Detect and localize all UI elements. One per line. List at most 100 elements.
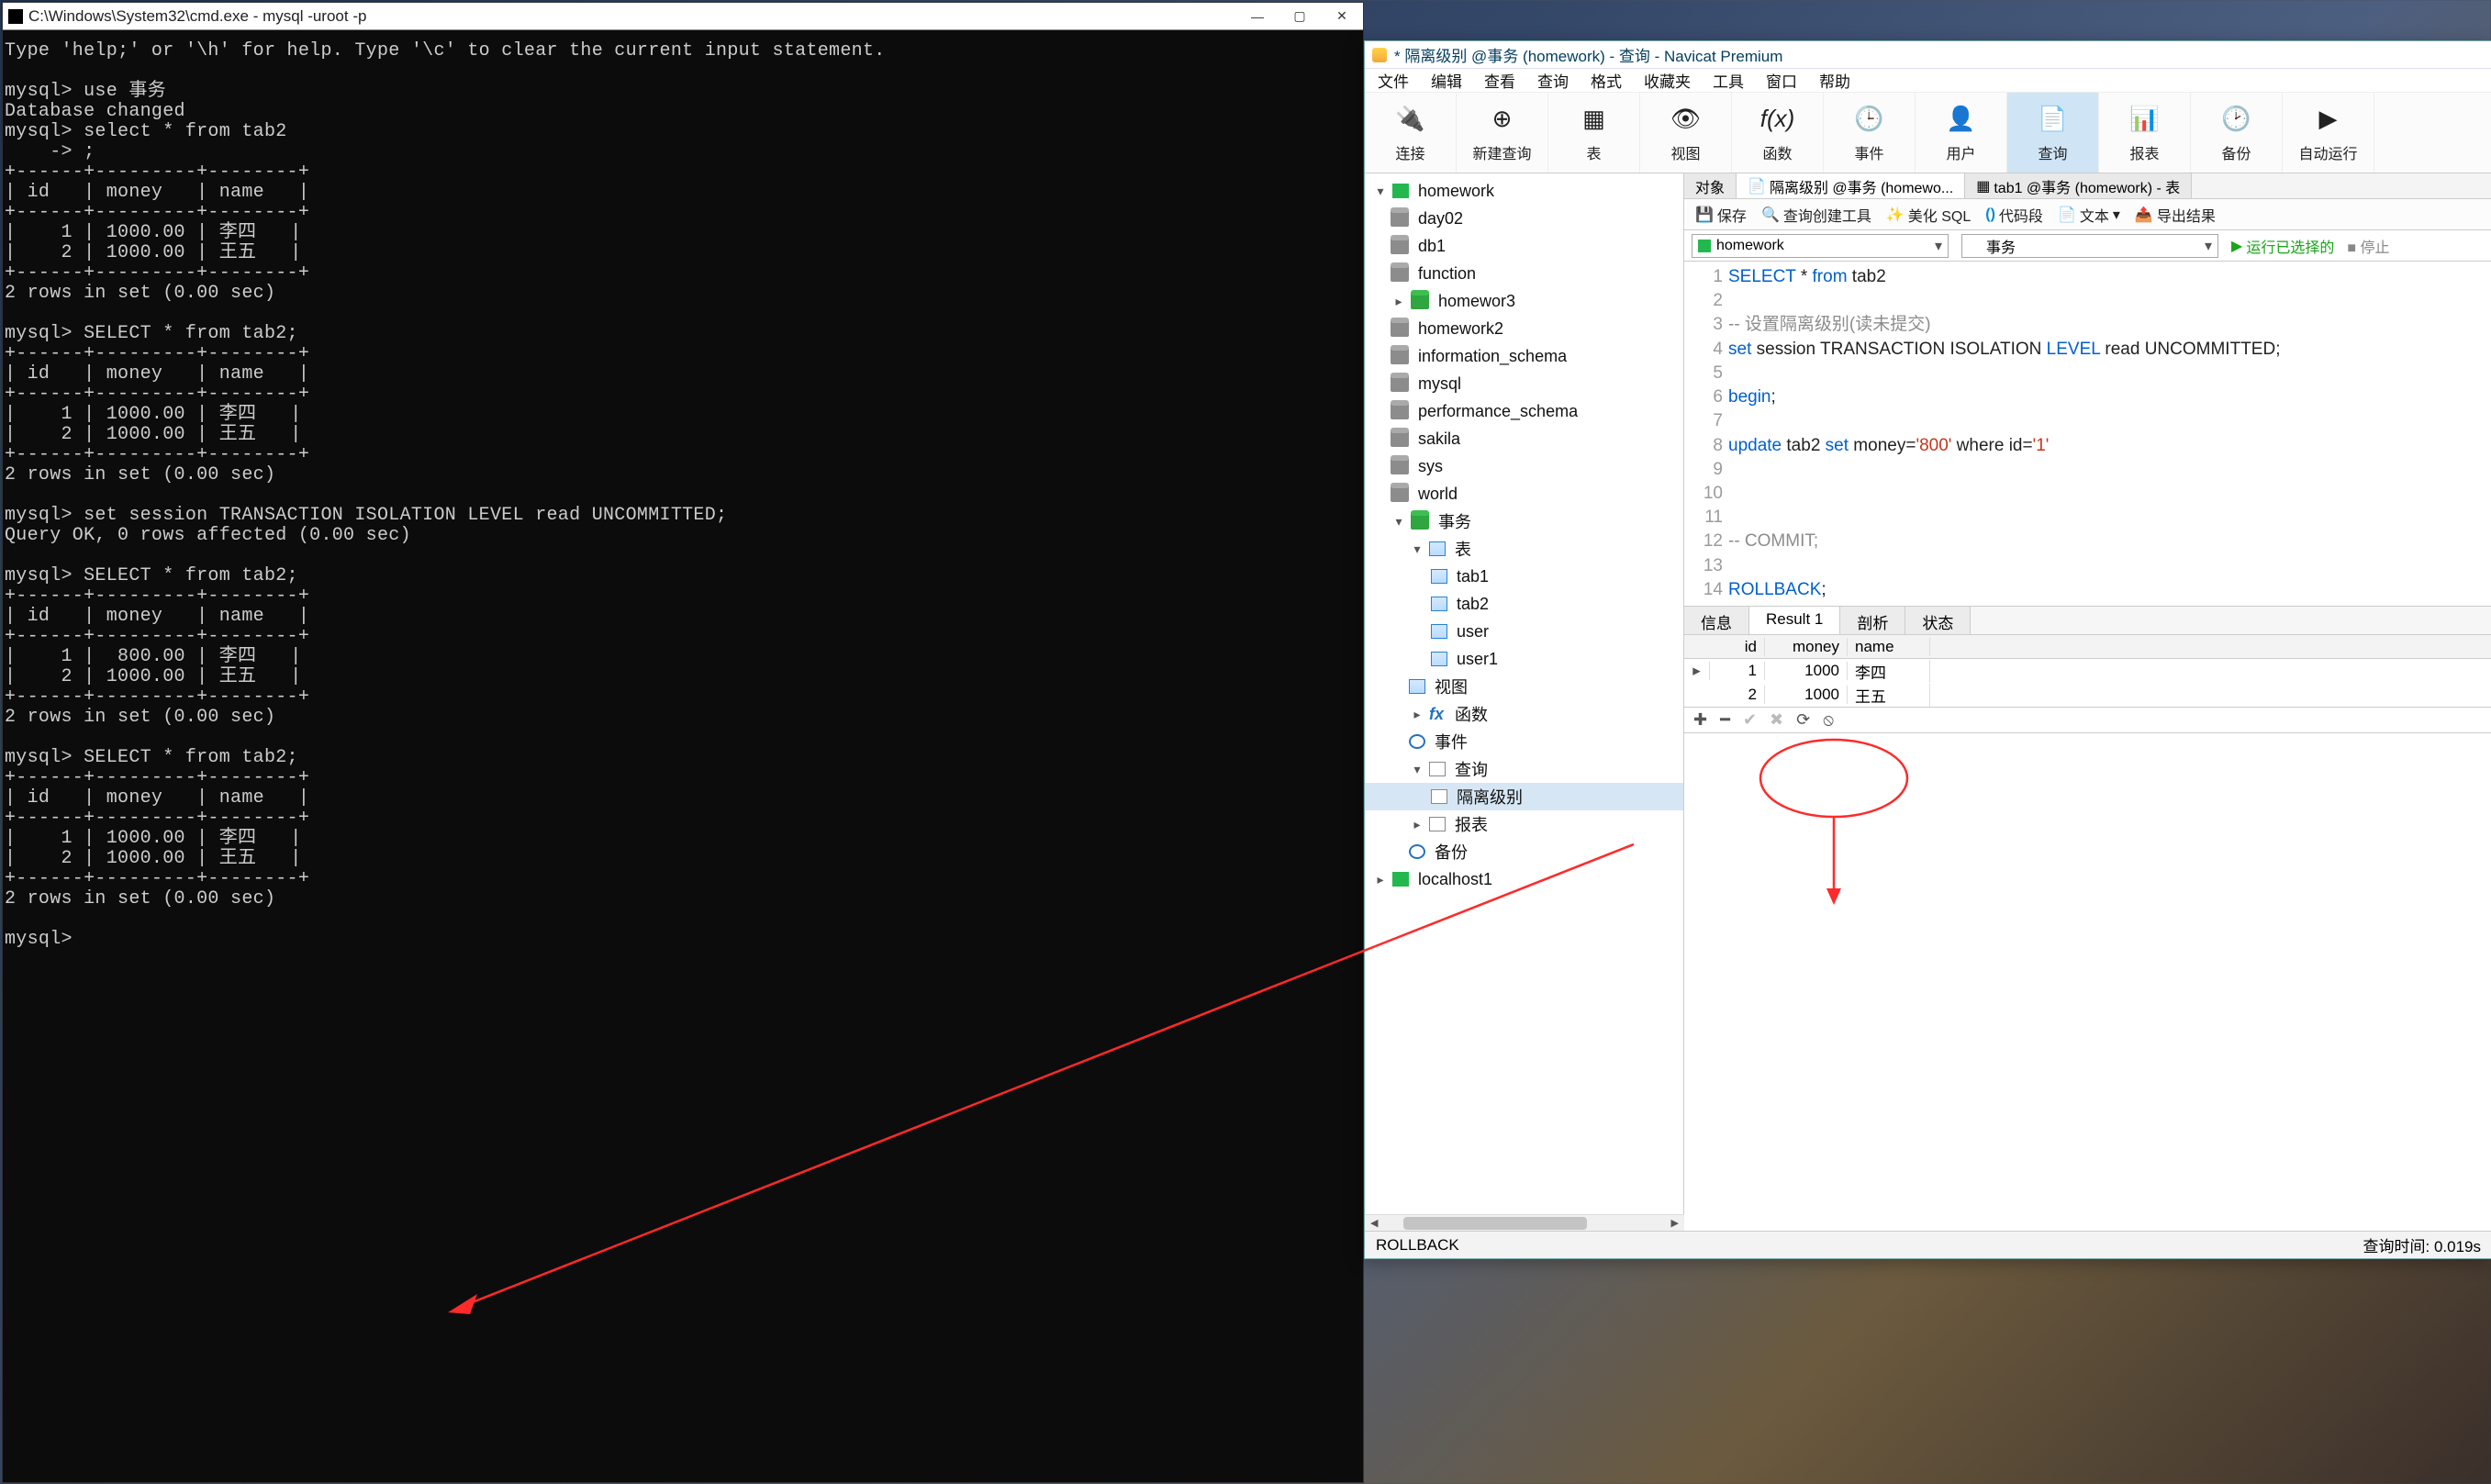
tab-table-tab1[interactable]: ▦tab1 @事务 (homework) - 表 (1965, 173, 2192, 198)
export-button[interactable]: 📤导出结果 (2131, 204, 2219, 226)
menu-file[interactable]: 文件 (1378, 69, 1409, 92)
tb-user[interactable]: 👤用户 (1916, 93, 2007, 173)
menu-help[interactable]: 帮助 (1819, 69, 1850, 92)
database-icon (1391, 375, 1409, 392)
tb-autorun[interactable]: ▶自动运行 (2283, 93, 2374, 173)
tree-db-mysql[interactable]: mysql (1365, 370, 1683, 397)
tab-objects[interactable]: 对象 (1684, 173, 1737, 198)
menubar: 文件 编辑 查看 查询 格式 收藏夹 工具 窗口 帮助 (1365, 69, 2491, 93)
tree-cat-functions[interactable]: ▸fx函数 (1365, 700, 1683, 728)
scroll-right-icon[interactable]: ▶ (1671, 1217, 1679, 1229)
db-icon (1968, 240, 1981, 251)
views-icon (1409, 679, 1425, 694)
tree-db-homework2[interactable]: homework2 (1365, 315, 1683, 342)
tree-db-world[interactable]: world (1365, 480, 1683, 508)
menu-format[interactable]: 格式 (1591, 69, 1622, 92)
cmd-output[interactable]: Type 'help;' or '\h' for help. Type '\c'… (3, 30, 1363, 961)
schema-select[interactable]: 事务 (1961, 234, 2218, 258)
tree-db-perfschema[interactable]: performance_schema (1365, 397, 1683, 425)
tree-conn-homework[interactable]: ▾homework (1365, 177, 1683, 205)
resulttab-result1[interactable]: Result 1 (1749, 607, 1840, 634)
tb-connect[interactable]: 🔌连接 (1365, 93, 1457, 173)
grid-row[interactable]: ▸ 1 1000 李四 (1684, 659, 2491, 683)
menu-view[interactable]: 查看 (1484, 69, 1515, 92)
beautify-button[interactable]: ✨美化 SQL (1882, 204, 1974, 226)
result-grid[interactable]: id money name ▸ 1 1000 李四 2 1000 王五 (1684, 635, 2491, 708)
resulttab-status[interactable]: 状态 (1905, 607, 1971, 634)
stop-button[interactable]: ■ 停止 (2347, 235, 2389, 257)
tree-scrollbar[interactable]: ◀ ▶ (1365, 1214, 1684, 1231)
tree-table-user[interactable]: user (1365, 618, 1683, 645)
conn-select[interactable]: homework (1692, 234, 1949, 258)
codeseg-button[interactable]: ()代码段 (1982, 204, 2047, 226)
clock-icon (1409, 734, 1425, 749)
stop-grid-button[interactable]: ⦸ (1823, 710, 1834, 730)
tree-db-function[interactable]: function (1365, 260, 1683, 287)
tree-cat-events[interactable]: 事件 (1365, 728, 1683, 755)
tb-event[interactable]: 🕒事件 (1824, 93, 1916, 173)
tree-conn-localhost1[interactable]: ▸localhost1 (1365, 865, 1683, 893)
col-money[interactable]: money (1765, 638, 1848, 656)
tree-db-homewor3[interactable]: ▸homewor3 (1365, 287, 1683, 315)
tree-db-sys[interactable]: sys (1365, 452, 1683, 480)
tree-db-db1[interactable]: db1 (1365, 232, 1683, 260)
menu-edit[interactable]: 编辑 (1431, 69, 1462, 92)
save-button[interactable]: 💾保存 (1692, 204, 1750, 226)
menu-favorites[interactable]: 收藏夹 (1644, 69, 1691, 92)
tree-db-infoschema[interactable]: information_schema (1365, 342, 1683, 370)
run-selected-button[interactable]: ▶ 运行已选择的 (2231, 235, 2334, 257)
tb-view[interactable]: 👁视图 (1640, 93, 1732, 173)
connection-tree[interactable]: ▾homework day02 db1 function ▸homewor3 h… (1365, 173, 1684, 1231)
scroll-thumb[interactable] (1403, 1217, 1587, 1230)
tree-db-shiwu[interactable]: ▾事务 (1365, 508, 1683, 535)
menu-query[interactable]: 查询 (1537, 69, 1569, 92)
tree-db-sakila[interactable]: sakila (1365, 425, 1683, 452)
tables-icon (1429, 541, 1446, 556)
cancel-edit-button[interactable]: ✖ (1770, 710, 1783, 730)
minimize-button[interactable]: — (1236, 3, 1279, 29)
table-icon: ▦ (1574, 103, 1614, 136)
tb-report[interactable]: 📊报表 (2099, 93, 2191, 173)
window-buttons: — ▢ ✕ (1236, 3, 1363, 29)
rollback-keyword: ROLLBACK (1728, 580, 1821, 599)
text-button[interactable]: 📄文本▾ (2054, 204, 2124, 226)
tb-table[interactable]: ▦表 (1548, 93, 1640, 173)
grid-row[interactable]: 2 1000 王五 (1684, 683, 2491, 707)
tb-backup[interactable]: 🕑备份 (2191, 93, 2283, 173)
tree-cat-tables[interactable]: ▾表 (1365, 535, 1683, 563)
querycreate-button[interactable]: 🔍查询创建工具 (1758, 204, 1875, 226)
db-selectors: homework 事务 ▶ 运行已选择的 ■ 停止 (1684, 230, 2491, 262)
cmd-titlebar[interactable]: C:\Windows\System32\cmd.exe - mysql -uro… (3, 3, 1363, 30)
refresh-button[interactable]: ⟳ (1796, 710, 1810, 730)
resulttab-info[interactable]: 信息 (1684, 607, 1749, 634)
tree-cat-queries[interactable]: ▾查询 (1365, 755, 1683, 783)
sql-editor[interactable]: 1234567891011121314 SELECT * from tab2 -… (1684, 262, 2491, 606)
resulttab-profile[interactable]: 剖析 (1840, 607, 1905, 634)
tb-newquery[interactable]: ⊕新建查询 (1457, 93, 1548, 173)
table-icon (1431, 624, 1447, 639)
tree-table-tab1[interactable]: tab1 (1365, 563, 1683, 590)
tb-function[interactable]: f(x)函数 (1732, 93, 1824, 173)
tree-query-isolation[interactable]: 隔离级别 (1365, 783, 1683, 810)
col-name[interactable]: name (1848, 638, 1930, 656)
menu-tools[interactable]: 工具 (1713, 69, 1744, 92)
delete-row-button[interactable]: ━ (1720, 710, 1730, 730)
maximize-button[interactable]: ▢ (1279, 3, 1321, 29)
tree-db-day02[interactable]: day02 (1365, 205, 1683, 232)
tree-cat-backups[interactable]: 备份 (1365, 838, 1683, 865)
tree-cat-reports[interactable]: ▸报表 (1365, 810, 1683, 838)
navicat-titlebar[interactable]: * 隔离级别 @事务 (homework) - 查询 - Navicat Pre… (1365, 41, 2491, 69)
scroll-left-icon[interactable]: ◀ (1370, 1217, 1378, 1229)
apply-button[interactable]: ✔ (1743, 710, 1757, 730)
database-icon (1411, 293, 1429, 309)
menu-window[interactable]: 窗口 (1766, 69, 1797, 92)
tb-query[interactable]: 📄查询 (2007, 93, 2099, 173)
tab-query-isolation[interactable]: 📄隔离级别 @事务 (homewo... (1737, 173, 1965, 198)
tree-cat-views[interactable]: 视图 (1365, 673, 1683, 700)
code-content[interactable]: SELECT * from tab2 -- 设置隔离级别(读未提交) set s… (1728, 262, 2491, 606)
add-row-button[interactable]: ✚ (1693, 710, 1707, 730)
close-button[interactable]: ✕ (1321, 3, 1363, 29)
col-id[interactable]: id (1710, 638, 1765, 656)
tree-table-user1[interactable]: user1 (1365, 645, 1683, 673)
tree-table-tab2[interactable]: tab2 (1365, 590, 1683, 618)
